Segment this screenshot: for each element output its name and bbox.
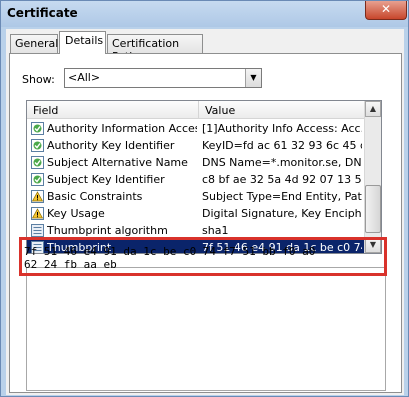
list-item-field: Subject Alternative Name — [47, 156, 188, 169]
warning-extension-icon — [31, 207, 44, 220]
show-label: Show: — [22, 73, 55, 86]
tab-general[interactable]: General — [10, 34, 58, 53]
list-item-value: Subject Type=End Entity, Pat... — [202, 190, 362, 203]
thumbprint-line-1: 7f 51 46 e4 91 da 1c be c0 74 f7 51 bb f… — [24, 245, 316, 258]
show-dropdown-value: <All> — [68, 71, 101, 84]
field-value-textbox[interactable] — [26, 267, 386, 391]
chevron-down-icon[interactable]: ▼ — [245, 69, 261, 87]
thumbprint-value-text[interactable]: 7f 51 46 e4 91 da 1c be c0 74 f7 51 bb f… — [24, 245, 380, 271]
list-rows: Authority Information Access [1]Authority… — [27, 120, 364, 253]
close-button[interactable]: ✕ — [365, 1, 407, 20]
column-header-field[interactable]: Field — [27, 101, 199, 119]
list-item-field: Authority Key Identifier — [47, 139, 175, 152]
list-item-value: [1]Authority Info Access: Acc... — [202, 122, 362, 135]
dialog-client-area: General Details Certification Path Show:… — [6, 29, 404, 395]
list-item[interactable]: Authority Key Identifier KeyID=fd ac 61 3… — [27, 137, 364, 154]
show-dropdown[interactable]: <All> ▼ — [64, 68, 262, 88]
list-item-value: KeyID=fd ac 61 32 93 6c 45 d... — [202, 139, 362, 152]
cert-field-icon — [31, 122, 44, 135]
scroll-thumb[interactable] — [365, 185, 381, 233]
cert-field-icon — [31, 156, 44, 169]
scroll-up-button[interactable]: ▲ — [365, 101, 381, 117]
window-title: Certificate — [7, 6, 78, 20]
list-item[interactable]: Authority Information Access [1]Authority… — [27, 120, 364, 137]
details-panel: Show: <All> ▼ Field Value Authority Info… — [9, 53, 402, 393]
cert-field-icon — [31, 139, 44, 152]
list-item-field: Thumbprint algorithm — [47, 224, 168, 237]
list-item[interactable]: Subject Key Identifier c8 bf ae 32 5a 4d … — [27, 171, 364, 188]
list-item-field: Subject Key Identifier — [47, 173, 165, 186]
list-item-field: Key Usage — [47, 207, 105, 220]
tab-details[interactable]: Details — [59, 31, 106, 54]
thumbprint-line-2: 62 24 fb aa eb — [24, 258, 117, 271]
list-item-field: Basic Constraints — [47, 190, 143, 203]
list-item[interactable]: Basic Constraints Subject Type=End Entity… — [27, 188, 364, 205]
list-item[interactable]: Thumbprint algorithm sha1 — [27, 222, 364, 239]
certificate-window: Certificate ✕ General Details Certificat… — [0, 0, 409, 397]
fields-list[interactable]: Field Value Authority Information Access… — [26, 100, 382, 254]
list-item-value: c8 bf ae 32 5a 4d 92 07 13 5a ... — [202, 173, 362, 186]
list-scrollbar[interactable]: ▲ ▼ — [364, 101, 381, 253]
warning-extension-icon — [31, 190, 44, 203]
property-icon — [31, 224, 44, 237]
column-header-value[interactable]: Value — [200, 101, 364, 119]
tab-certification-path[interactable]: Certification Path — [107, 34, 203, 63]
title-bar[interactable]: Certificate ✕ — [1, 1, 408, 27]
cert-field-icon — [31, 173, 44, 186]
list-item-value: Digital Signature, Key Encipher... — [202, 207, 362, 220]
list-item-value: DNS Name=*.monitor.se, DNS... — [202, 156, 362, 169]
list-item[interactable]: Subject Alternative Name DNS Name=*.monit… — [27, 154, 364, 171]
list-item-field: Authority Information Access — [47, 122, 197, 135]
list-header: Field Value — [27, 101, 364, 119]
list-item-value: sha1 — [202, 224, 229, 237]
list-item[interactable]: Key Usage Digital Signature, Key Encipher… — [27, 205, 364, 222]
